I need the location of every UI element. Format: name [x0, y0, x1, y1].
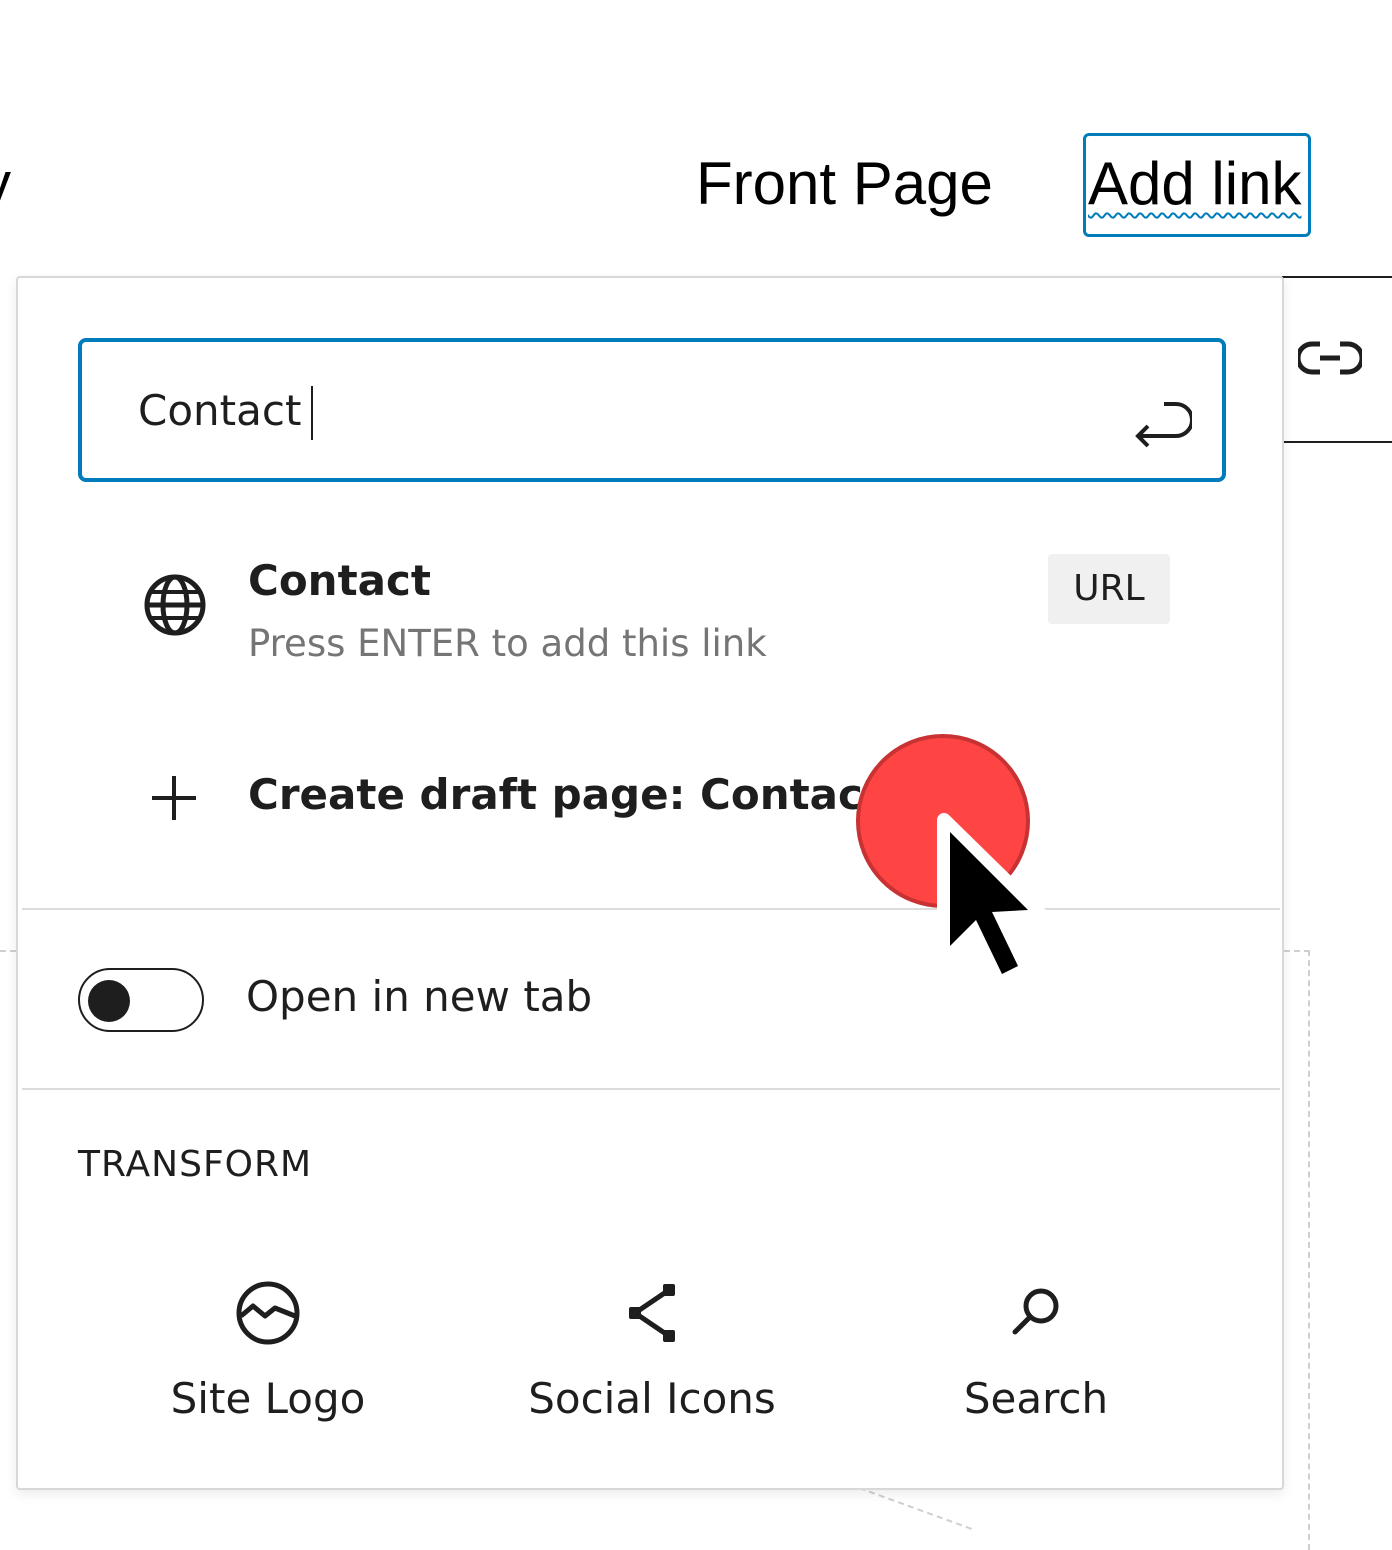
link-search-box	[78, 338, 1226, 482]
toggle-knob	[88, 980, 130, 1022]
url-type-badge: URL	[1048, 554, 1170, 624]
globe-icon	[144, 574, 206, 636]
create-draft-label: Create draft page: Contact	[248, 770, 883, 819]
open-in-new-tab-label[interactable]: Open in new tab	[246, 972, 592, 1021]
site-logo-icon	[236, 1281, 300, 1345]
transform-search-button[interactable]: Search	[876, 1268, 1196, 1448]
nav-item-front-page[interactable]: Front Page	[696, 152, 993, 216]
divider	[22, 908, 1280, 910]
suggestion-subtitle: Press ENTER to add this link	[248, 622, 767, 665]
block-toolbar	[1282, 276, 1392, 443]
nav-item-add-link[interactable]: Add link	[1083, 133, 1311, 237]
divider	[22, 1088, 1280, 1090]
transform-item-label: Social Icons	[528, 1374, 776, 1423]
add-link-label: Add link	[1088, 150, 1302, 217]
open-in-new-tab-toggle[interactable]	[78, 968, 204, 1032]
text-caret	[311, 386, 313, 440]
search-icon	[1012, 1288, 1059, 1335]
transform-site-logo-button[interactable]: Site Logo	[108, 1268, 428, 1448]
link-control-popover: Contact Press ENTER to add this link URL…	[16, 276, 1284, 1490]
open-in-new-tab-setting: Open in new tab	[78, 968, 778, 1034]
mouse-pointer-icon	[937, 813, 1049, 991]
share-icon	[629, 1284, 675, 1342]
plus-icon	[152, 776, 196, 820]
transform-item-label: Search	[963, 1374, 1109, 1423]
transform-heading: TRANSFORM	[78, 1144, 313, 1185]
submit-enter-icon[interactable]	[1128, 386, 1192, 450]
transform-item-label: Site Logo	[170, 1374, 366, 1423]
suggestion-title: Contact	[248, 556, 431, 605]
create-draft-page-button[interactable]: Create draft page: Contact	[138, 758, 898, 838]
create-draft-prefix: Create draft page:	[248, 770, 701, 819]
link-icon[interactable]	[1298, 338, 1362, 378]
link-search-input[interactable]	[138, 378, 1038, 442]
link-suggestion-url[interactable]: Contact Press ENTER to add this link URL	[138, 548, 1178, 678]
transform-social-icons-button[interactable]: Social Icons	[492, 1268, 812, 1448]
nav-item-partial[interactable]: y	[0, 150, 11, 217]
